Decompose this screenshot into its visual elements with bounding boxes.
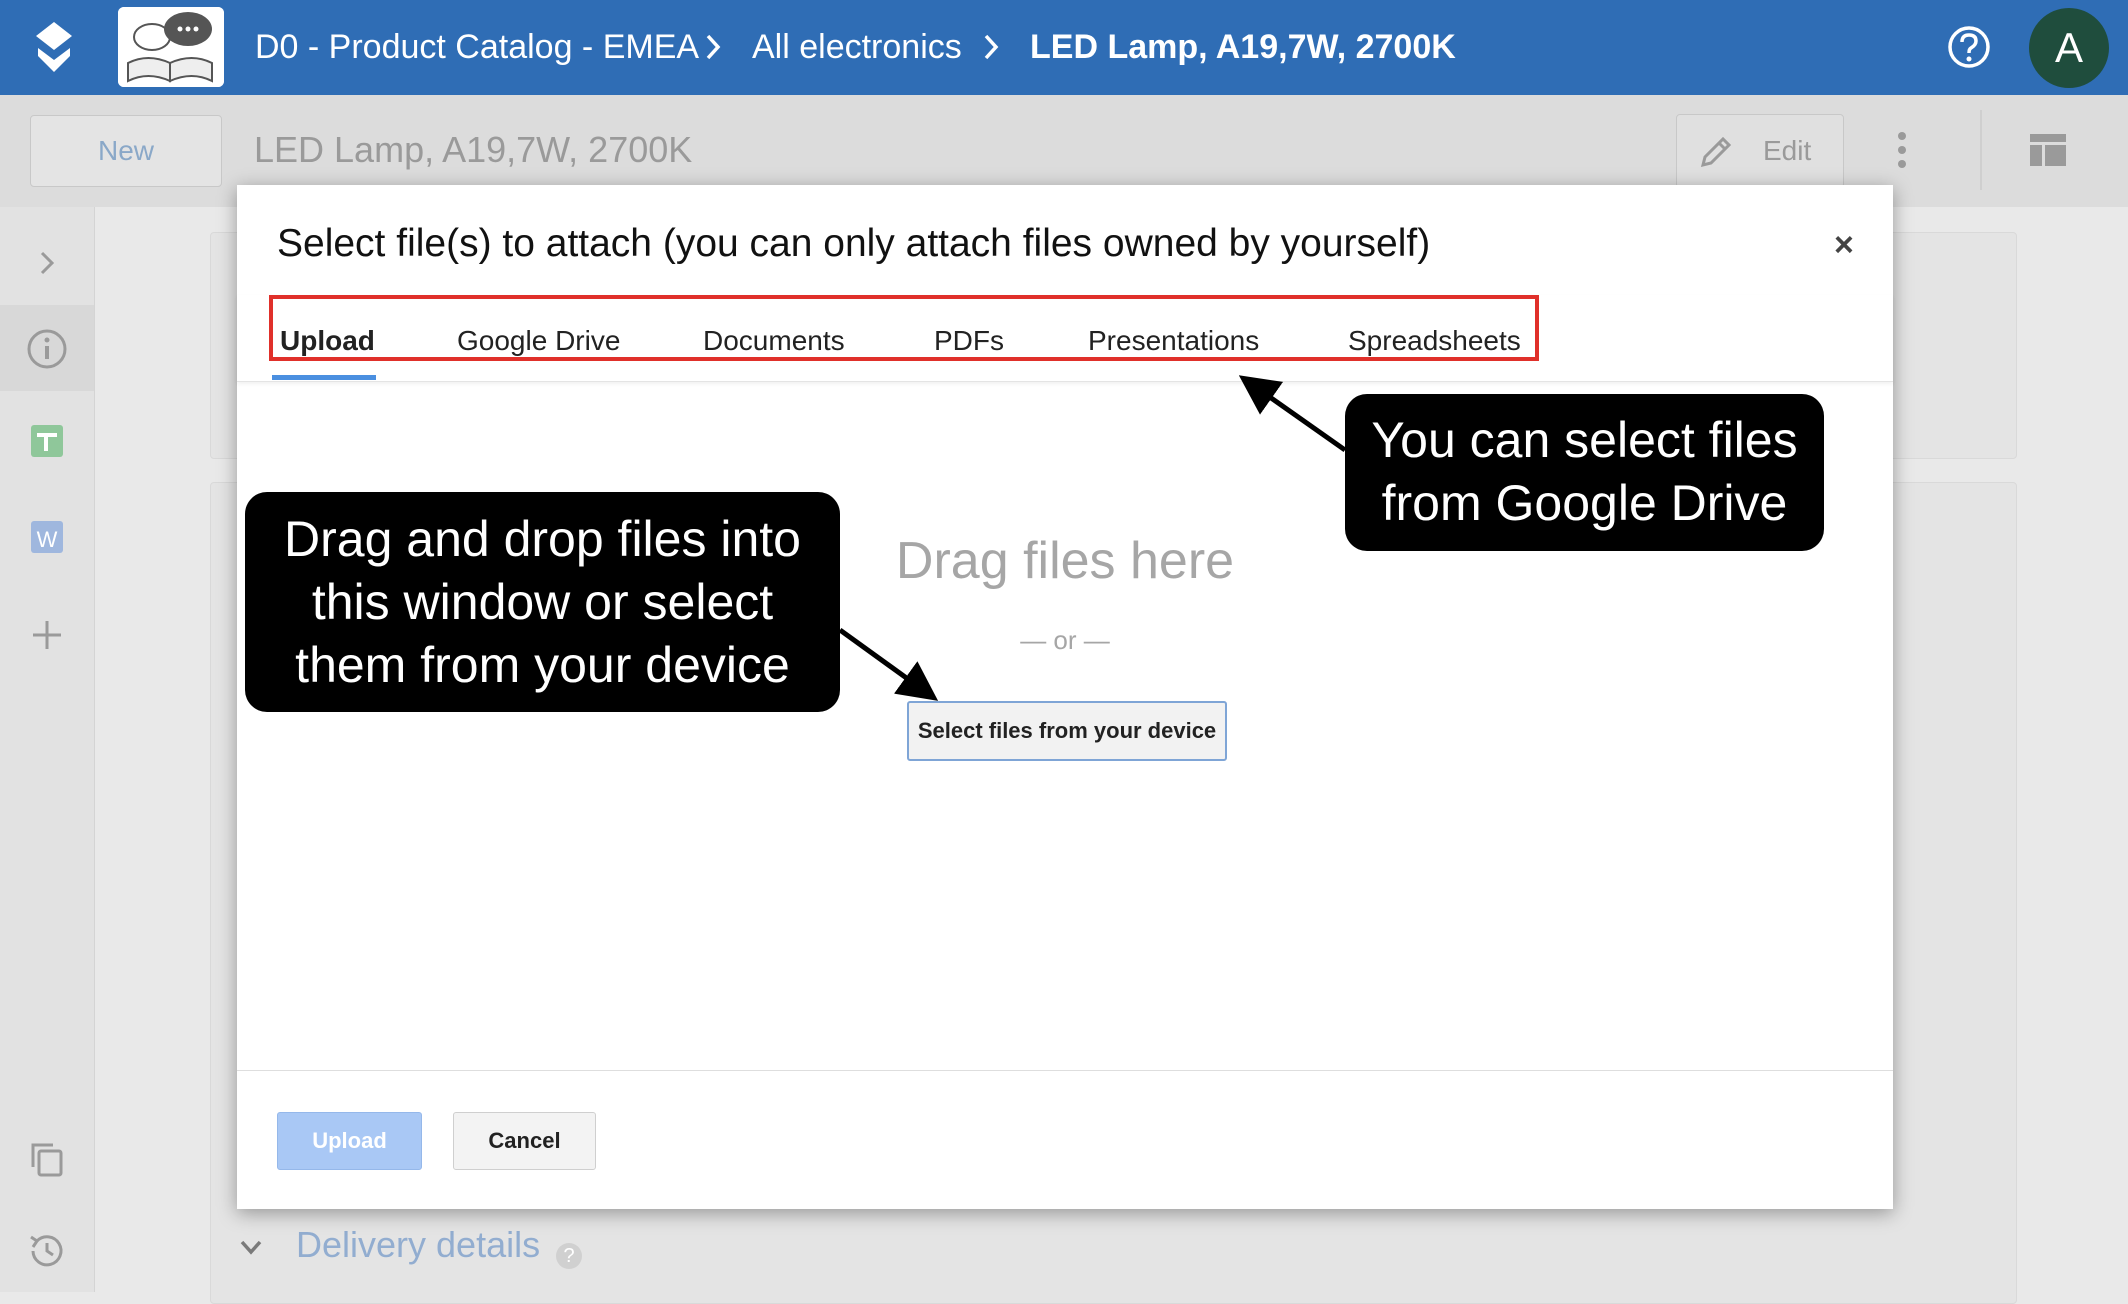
layout-icon[interactable] <box>2028 130 2068 170</box>
breadcrumb-catalog[interactable]: D0 - Product Catalog - EMEA <box>255 26 699 68</box>
top-bar: D0 - Product Catalog - EMEA All electron… <box>0 0 2128 95</box>
info-icon <box>27 329 67 369</box>
left-rail: W <box>0 207 95 1292</box>
copy-rail-button[interactable] <box>0 1115 94 1201</box>
catalog-logo[interactable] <box>118 7 224 87</box>
source-tabs: Upload Google Drive Documents PDFs Prese… <box>237 295 1893 382</box>
pencil-icon <box>1700 136 1732 168</box>
svg-text:W: W <box>37 527 58 552</box>
chevron-right-icon <box>706 34 721 60</box>
add-rail-button[interactable] <box>0 591 94 677</box>
chevron-down-icon[interactable] <box>236 1232 266 1262</box>
chevron-right-icon <box>984 34 999 60</box>
select-files-button[interactable]: Select files from your device <box>907 701 1227 761</box>
plus-icon <box>33 621 61 649</box>
drag-callout-line: them from your device <box>295 637 790 693</box>
breadcrumb-current-record: LED Lamp, A19,7W, 2700K <box>1030 28 1456 66</box>
sheets-icon <box>31 425 63 457</box>
avatar[interactable]: A <box>2029 8 2109 88</box>
edit-label: Edit <box>1763 135 1812 166</box>
copy-icon <box>31 1143 63 1177</box>
tabs-highlight-box <box>269 295 1539 361</box>
expand-rail-button[interactable] <box>0 219 94 305</box>
dialog-title: Select file(s) to attach (you can only a… <box>277 222 1431 265</box>
delivery-details-label[interactable]: Delivery details <box>296 1224 540 1266</box>
new-button[interactable]: New <box>30 115 222 187</box>
edit-button[interactable]: Edit <box>1676 114 1844 188</box>
word-icon: W <box>31 521 63 553</box>
record-title: LED Lamp, A19,7W, 2700K <box>254 129 693 170</box>
drag-callout-line: Drag and drop files into <box>284 511 801 567</box>
app-logo-icon[interactable] <box>24 18 84 78</box>
book-chat-icon <box>118 7 224 87</box>
drive-callout-line: You can select files <box>1371 412 1798 468</box>
drag-callout-line: this window or select <box>311 574 774 630</box>
history-icon <box>30 1235 63 1267</box>
toolbar-divider <box>1980 110 1982 190</box>
drive-callout: You can select files from Google Drive <box>1345 394 1824 551</box>
chevron-right-icon <box>40 251 55 275</box>
help-badge[interactable]: ? <box>556 1243 582 1269</box>
active-tab-indicator <box>272 375 376 380</box>
help-icon[interactable] <box>1946 24 1992 70</box>
drag-callout: Drag and drop files into this window or … <box>245 492 840 712</box>
sheets-rail-button[interactable] <box>0 397 94 483</box>
dialog-footer-divider <box>237 1070 1893 1071</box>
breadcrumb-all-electronics[interactable]: All electronics <box>752 26 962 68</box>
word-rail-button[interactable]: W <box>0 493 94 579</box>
cancel-button[interactable]: Cancel <box>453 1112 596 1170</box>
upload-button[interactable]: Upload <box>277 1112 422 1170</box>
more-vert-icon[interactable] <box>1888 128 1916 172</box>
info-rail-button[interactable] <box>0 305 94 391</box>
drive-callout-line: from Google Drive <box>1381 475 1788 531</box>
history-rail-button[interactable] <box>0 1207 94 1293</box>
close-button[interactable]: × <box>1834 225 1854 265</box>
